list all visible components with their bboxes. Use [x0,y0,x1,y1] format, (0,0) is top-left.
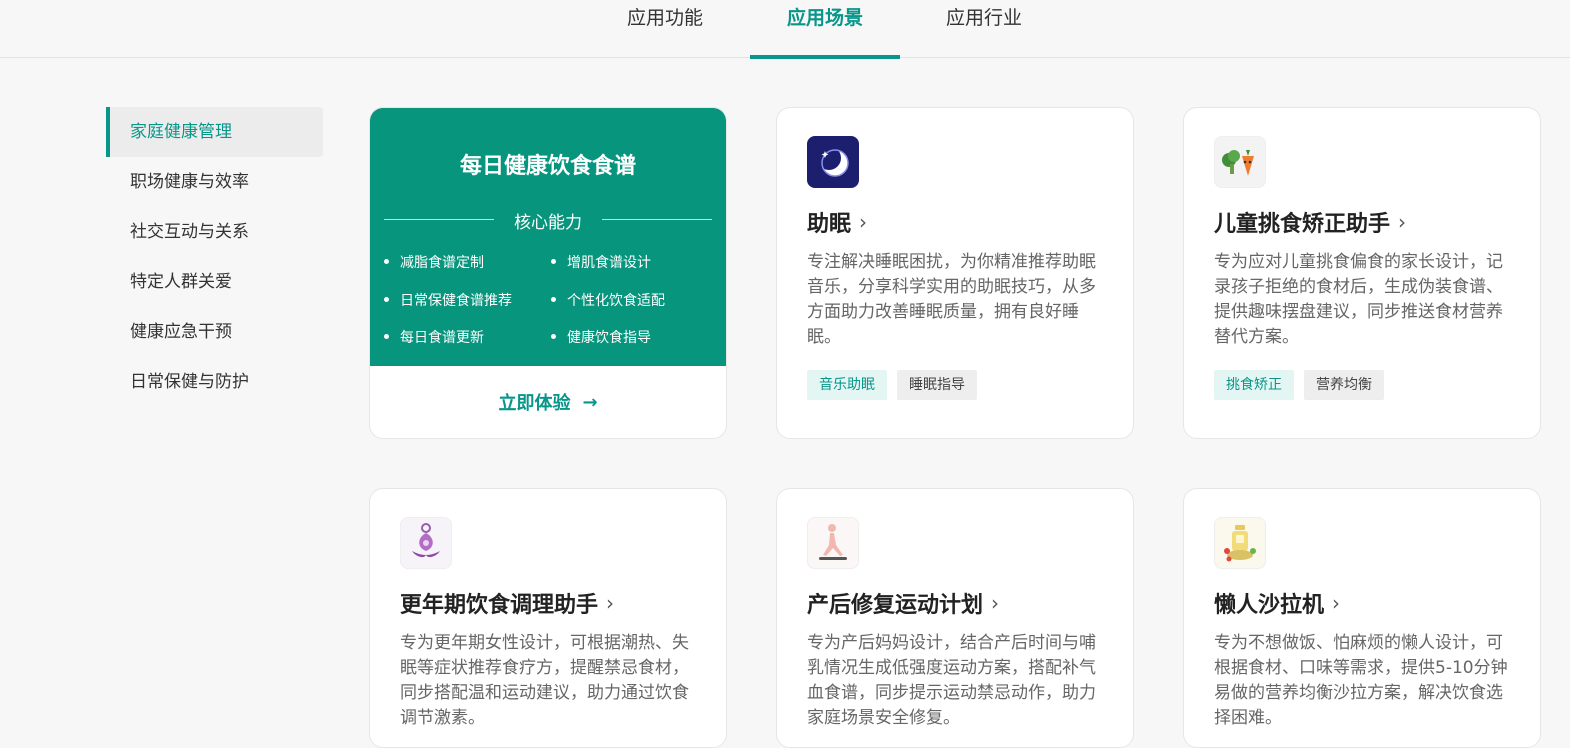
scenario-tab-bar: 应用功能 应用场景 应用行业 [0,0,1570,59]
featured-card-header: 每日健康饮食食谱 核心能力 减脂食谱定制 增肌食谱设计 日常保健食谱推荐 个性化… [370,108,726,366]
try-now-button[interactable]: 立即体验 → [370,366,726,438]
app-title-link[interactable]: 儿童挑食矫正助手 › [1214,206,1510,238]
app-card-menopause-diet[interactable]: 更年期饮食调理助手 › 专为更年期女性设计，可根据潮热、失眠等症状推荐食疗方，提… [369,488,727,748]
app-title-link[interactable]: 更年期饮食调理助手 › [400,587,696,619]
app-title: 更年期饮食调理助手 [400,593,599,618]
app-description: 专为更年期女性设计，可根据潮热、失眠等症状推荐食疗方，提醒禁忌食材，同步搭配温和… [400,633,689,728]
capability-item: 日常保健食谱推荐 [384,290,512,310]
app-description: 专注解决睡眠困扰，为你精准推荐助眠音乐，分享科学实用的助眠技巧，从多方面助力改善… [807,252,1096,347]
core-capability-label: 核心能力 [514,213,582,233]
capability-item: 每日食谱更新 [384,327,484,347]
capability-item: 增肌食谱设计 [551,252,651,272]
sidebar-item-daily-care[interactable]: 日常保健与防护 [106,357,323,407]
app-description: 专为产后妈妈设计，结合产后时间与哺乳情况生成低强度运动方案，搭配补气血食谱，同步… [807,633,1096,728]
tag-sleep-guidance[interactable]: 睡眠指导 [897,370,977,400]
arrow-right-icon: → [582,391,598,413]
app-description: 专为应对儿童挑食偏食的家长设计，记录孩子拒绝的食材后，生成伪装食谱、提供趣味摆盘… [1214,252,1503,347]
chevron-right-icon: › [1332,591,1341,615]
app-title: 产后修复运动计划 [807,593,984,618]
tag-music-sleep[interactable]: 音乐助眠 [807,370,887,400]
app-card-postpartum-exercise[interactable]: 产后修复运动计划 › 专为产后妈妈设计，结合产后时间与哺乳情况生成低强度运动方案… [776,488,1134,748]
featured-card-title: 每日健康饮食食谱 [459,154,636,179]
app-title: 懒人沙拉机 [1214,593,1325,618]
moon-sleep-icon [807,136,859,188]
app-title-link[interactable]: 产后修复运动计划 › [807,587,1103,619]
app-card-picky-eating[interactable]: 儿童挑食矫正助手 › 专为应对儿童挑食偏食的家长设计，记录孩子拒绝的食材后，生成… [1183,107,1541,439]
tag-nutrition-balance[interactable]: 营养均衡 [1304,370,1384,400]
app-card-sleep-aid[interactable]: 助眠 › 专注解决睡眠困扰，为你精准推荐助眠音乐，分享科学实用的助眠技巧，从多方… [776,107,1134,439]
app-title-link[interactable]: 懒人沙拉机 › [1214,587,1510,619]
capability-item: 个性化饮食适配 [551,290,665,310]
tab-scenarios[interactable]: 应用场景 [750,0,900,59]
sidebar-item-special-groups[interactable]: 特定人群关爱 [106,257,323,307]
scenario-sidebar: 家庭健康管理 职场健康与效率 社交互动与关系 特定人群关爱 健康应急干预 日常保… [106,107,323,407]
vegetables-icon [1214,136,1266,188]
tag-list: 音乐助眠 睡眠指导 [807,370,1103,400]
yoga-pose-icon [807,517,859,569]
tag-list: 挑食矫正 营养均衡 [1214,370,1510,400]
try-now-label: 立即体验 [498,393,571,414]
lotus-meditation-icon [400,517,452,569]
capability-item: 健康饮食指导 [551,327,651,347]
chevron-right-icon: › [991,591,1000,615]
salad-machine-icon [1214,517,1266,569]
app-description: 专为不想做饭、怕麻烦的懒人设计，可根据食材、口味等需求，提供5-10分钟易做的营… [1214,633,1508,728]
app-title: 儿童挑食矫正助手 [1214,212,1391,237]
app-title: 助眠 [807,212,852,237]
sidebar-item-health-emergency[interactable]: 健康应急干预 [106,307,323,357]
tag-picky-eating[interactable]: 挑食矫正 [1214,370,1294,400]
chevron-right-icon: › [1398,210,1407,234]
divider [602,219,712,220]
sidebar-item-social-interaction[interactable]: 社交互动与关系 [106,207,323,257]
tab-industries[interactable]: 应用行业 [909,0,1059,58]
sidebar-item-family-health[interactable]: 家庭健康管理 [106,107,323,157]
featured-app-card[interactable]: 每日健康饮食食谱 核心能力 减脂食谱定制 增肌食谱设计 日常保健食谱推荐 个性化… [369,107,727,439]
chevron-right-icon: › [606,591,615,615]
app-card-lazy-salad[interactable]: 懒人沙拉机 › 专为不想做饭、怕麻烦的懒人设计，可根据食材、口味等需求，提供5-… [1183,488,1541,748]
chevron-right-icon: › [859,210,868,234]
app-title-link[interactable]: 助眠 › [807,206,1103,238]
capability-item: 减脂食谱定制 [384,252,484,272]
sidebar-item-workplace-health[interactable]: 职场健康与效率 [106,157,323,207]
tab-features[interactable]: 应用功能 [590,0,740,58]
